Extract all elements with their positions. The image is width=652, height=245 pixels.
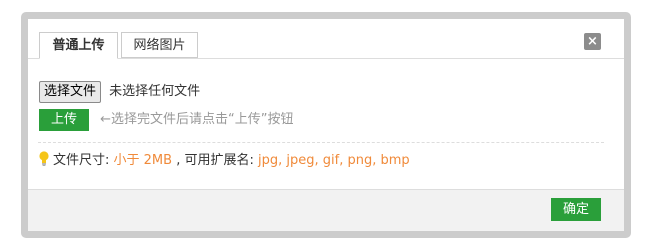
upload-button[interactable]: 上传 bbox=[39, 109, 89, 131]
upload-dialog: 普通上传 网络图片 × 选择文件 未选择任何文件 上传 ←选择完文件后请点击“上… bbox=[28, 19, 624, 231]
size-value: 小于 2MB bbox=[113, 153, 173, 168]
upload-hint: ←选择完文件后请点击“上传”按钮 bbox=[100, 112, 294, 127]
confirm-button[interactable]: 确定 bbox=[551, 198, 601, 221]
dialog-footer: 确定 bbox=[28, 189, 624, 231]
lightbulb-icon bbox=[39, 151, 49, 166]
tab-network-image[interactable]: 网络图片 bbox=[121, 32, 198, 58]
choose-file-button[interactable]: 选择文件 bbox=[39, 81, 102, 103]
size-label: 文件尺寸: bbox=[53, 153, 110, 168]
file-select-row: 选择文件 未选择任何文件 bbox=[39, 81, 200, 104]
extension-label: , 可用扩展名: bbox=[176, 153, 254, 168]
upload-row: 上传 ←选择完文件后请点击“上传”按钮 bbox=[39, 109, 294, 131]
extension-value: jpg, jpeg, gif, png, bmp bbox=[258, 153, 410, 168]
close-icon[interactable]: × bbox=[584, 33, 601, 50]
dialog-frame: 普通上传 网络图片 × 选择文件 未选择任何文件 上传 ←选择完文件后请点击“上… bbox=[21, 12, 631, 238]
file-status-text: 未选择任何文件 bbox=[109, 84, 201, 99]
tab-normal-upload[interactable]: 普通上传 bbox=[39, 32, 118, 59]
divider bbox=[38, 142, 604, 143]
file-info-row: 文件尺寸: 小于 2MB , 可用扩展名: jpg, jpeg, gif, pn… bbox=[39, 151, 410, 171]
tab-bar: 普通上传 网络图片 × bbox=[28, 19, 624, 59]
